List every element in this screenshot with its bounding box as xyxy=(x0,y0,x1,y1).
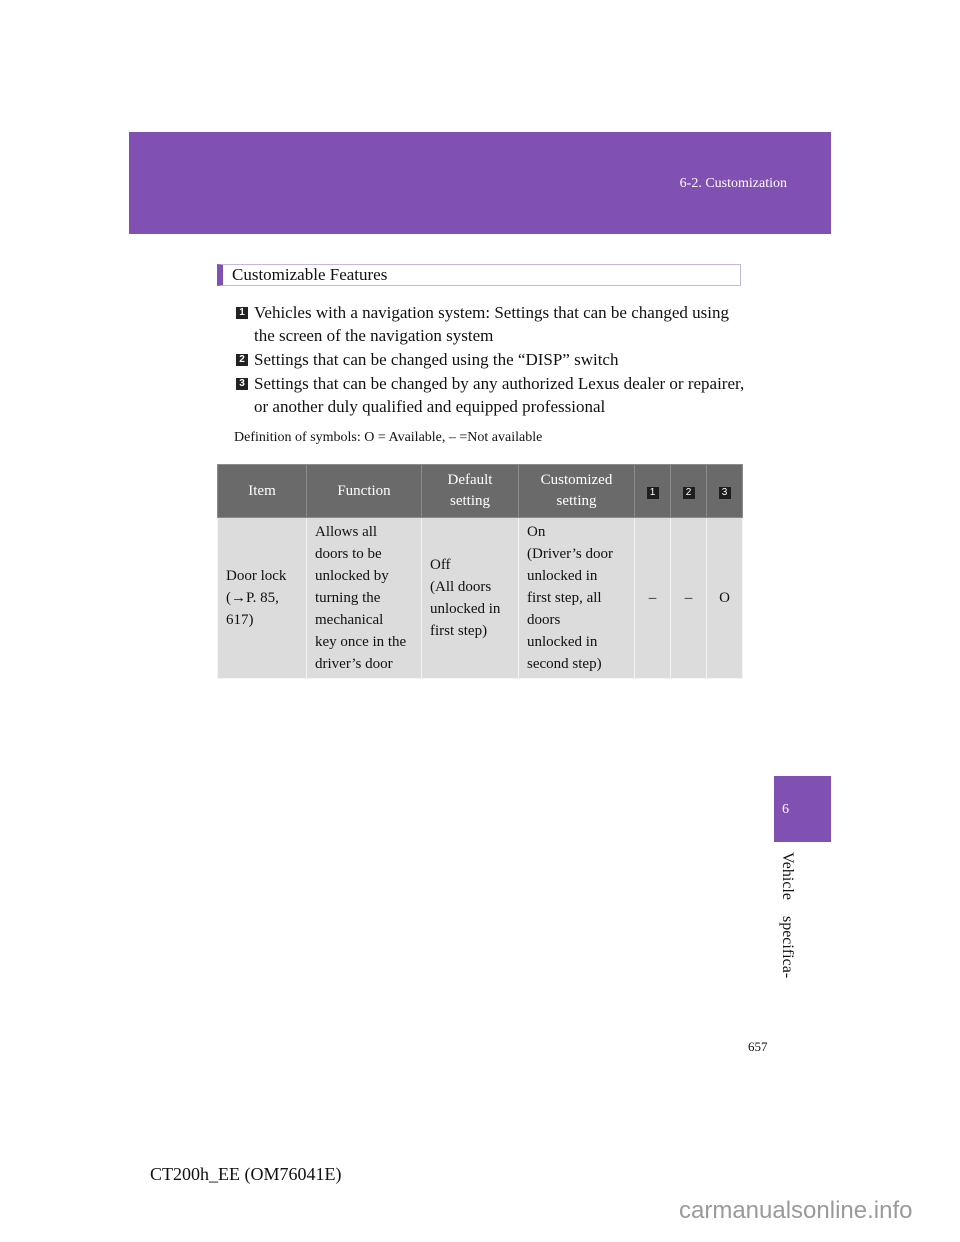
chapter-number: 6 xyxy=(782,802,789,817)
number-1-icon: 1 xyxy=(236,307,248,319)
header-item: Item xyxy=(217,464,307,518)
header-band: 6-2. Customization xyxy=(129,132,831,234)
legend-text: Vehicles with a navigation system: Setti… xyxy=(254,303,729,345)
number-2-icon: 2 xyxy=(236,354,248,366)
number-3-icon: 3 xyxy=(236,378,248,390)
cell-customized: On (Driver’s door unlocked in first step… xyxy=(518,517,635,679)
legend-item: 2 Settings that can be changed using the… xyxy=(236,348,746,371)
cell-function: Allows all doors to be unlocked by turni… xyxy=(306,517,422,679)
header-method-1: 1 xyxy=(634,464,671,518)
symbol-definition: Definition of symbols: O = Available, – … xyxy=(234,430,543,445)
legend-list: 1 Vehicles with a navigation system: Set… xyxy=(236,301,746,419)
document-code: CT200h_EE (OM76041E) xyxy=(150,1164,342,1184)
header-default-setting: Default setting xyxy=(421,464,519,518)
cell-method-2: – xyxy=(670,517,707,679)
page-number: 657 xyxy=(748,1039,768,1054)
cell-default: Off (All doors unlocked in first step) xyxy=(421,517,519,679)
watermark[interactable]: carmanualsonline.info xyxy=(679,1197,912,1225)
legend-text: Settings that can be changed by any auth… xyxy=(254,374,745,416)
feature-heading: Customizable Features xyxy=(217,264,741,286)
number-3-icon: 3 xyxy=(718,486,731,499)
table-header-row: Item Function Default setting Customized… xyxy=(217,464,743,518)
header-method-2: 2 xyxy=(670,464,707,518)
number-2-icon: 2 xyxy=(682,486,695,499)
chapter-label: Vehicle specifica- xyxy=(779,852,796,979)
table-row: Door lock (→P. 85, 617) Allows all doors… xyxy=(217,517,743,679)
number-1-icon: 1 xyxy=(646,486,659,499)
section-title: 6-2. Customization xyxy=(679,176,787,191)
cell-method-3: O xyxy=(706,517,743,679)
header-customized-setting: Customized setting xyxy=(518,464,635,518)
chapter-tab[interactable]: 6 xyxy=(774,776,831,842)
cell-method-1: – xyxy=(634,517,671,679)
header-method-3: 3 xyxy=(706,464,743,518)
legend-text: Settings that can be changed using the “… xyxy=(254,350,619,369)
header-function: Function xyxy=(306,464,422,518)
customization-table: Item Function Default setting Customized… xyxy=(217,464,743,679)
legend-item: 1 Vehicles with a navigation system: Set… xyxy=(236,301,746,347)
legend-item: 3 Settings that can be changed by any au… xyxy=(236,372,746,418)
cell-item: Door lock (→P. 85, 617) xyxy=(217,517,307,679)
